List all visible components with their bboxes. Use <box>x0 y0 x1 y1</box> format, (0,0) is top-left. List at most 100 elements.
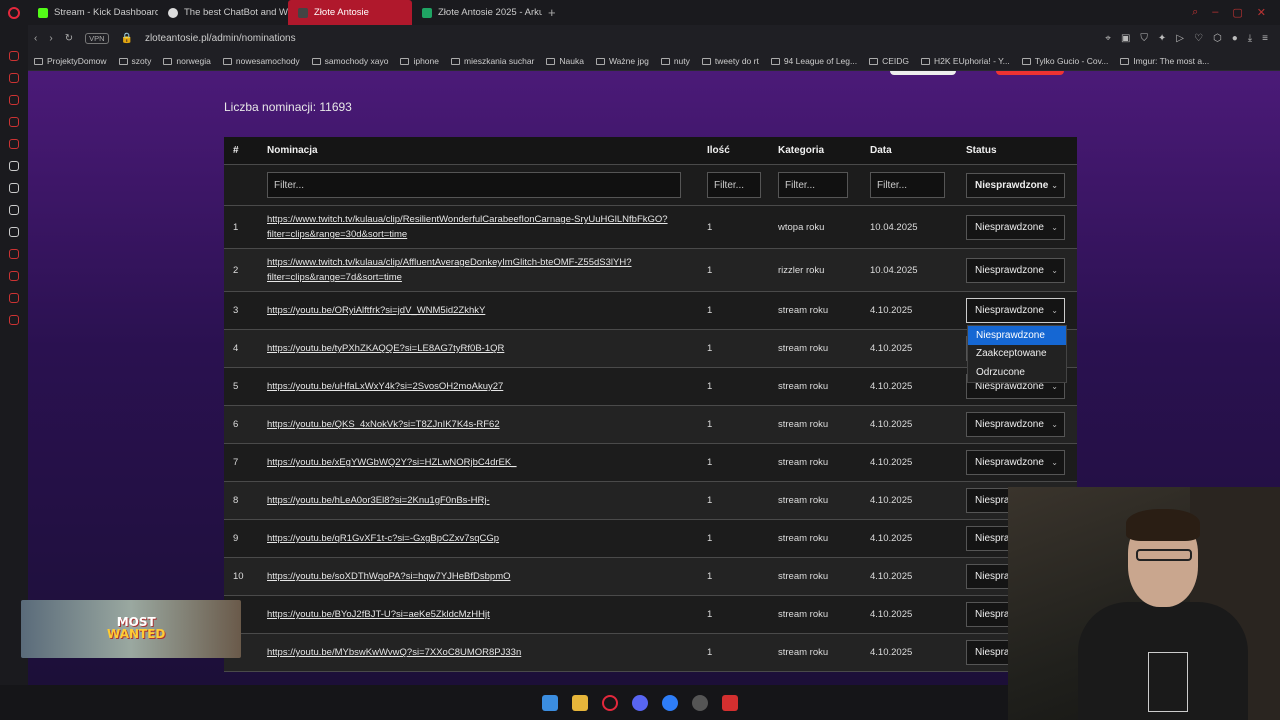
status-select[interactable]: Niesprawdzone ⌄ <box>966 214 1065 240</box>
url-field[interactable]: zloteantosie.pl/admin/nominations <box>145 33 296 44</box>
option-odrzucone[interactable]: Odrzucone <box>968 363 1066 382</box>
opera-icon[interactable] <box>602 694 618 711</box>
bookmark-item[interactable]: Nauka <box>546 56 584 66</box>
pinboard-icon[interactable] <box>9 117 19 127</box>
tab-zlote-antosie[interactable]: Złote Antosie <box>288 0 412 25</box>
status-select[interactable]: Niesprawdzone ⌄ <box>966 450 1065 475</box>
filter-status-select[interactable]: Niesprawdzone ⌄ <box>966 172 1065 198</box>
nomination-link[interactable]: https://youtu.be/qR1GvXF1t-c?si=-GxgBpCZ… <box>267 531 703 546</box>
option-niesprawdzone[interactable]: Niesprawdzone <box>968 326 1066 345</box>
new-tab-icon[interactable]: + <box>542 5 562 20</box>
windows-start-icon[interactable] <box>542 694 558 711</box>
back-icon[interactable]: ‹ <box>34 33 37 44</box>
snapshot-icon[interactable]: ▣ <box>1121 33 1130 44</box>
nomination-link[interactable]: https://youtu.be/tyPXhZKAQQE?si=LE8AG7ty… <box>267 341 703 356</box>
file-explorer-icon[interactable] <box>572 694 588 711</box>
clock-icon[interactable] <box>9 271 19 281</box>
nomination-link[interactable]: https://www.twitch.tv/kulaua/clip/Afflue… <box>267 255 703 285</box>
status-select[interactable]: Niesprawdzone ⌄ <box>966 257 1065 283</box>
filter-ilosc-input[interactable]: Filter... <box>707 172 761 198</box>
close-icon[interactable]: ✕ <box>1257 6 1266 19</box>
menu-icon[interactable]: ≡ <box>1262 33 1268 44</box>
top-button-red[interactable] <box>996 71 1064 75</box>
bookmark-label: CEIDG <box>882 56 910 66</box>
bookmark-item[interactable]: Tylko Gucio - Cov... <box>1021 56 1108 66</box>
filter-nominacja-input[interactable]: Filter... <box>267 172 681 198</box>
bookmark-item[interactable]: H2K EUphoria! - Y... <box>921 56 1010 66</box>
bookmark-item[interactable]: tweety do rt <box>701 56 759 66</box>
address-bar: ‹ › ↻ VPN 🔒 zloteantosie.pl/admin/nomina… <box>0 25 1280 52</box>
bookmark-item[interactable]: nowesamochody <box>222 56 300 66</box>
shield-icon[interactable]: ⛉ <box>1140 33 1148 44</box>
timer-icon[interactable] <box>9 249 19 259</box>
data-cell: 4.10.2025 <box>870 419 913 430</box>
nomination-link[interactable]: https://youtu.be/hLeA0or3El8?si=2Knu1gF0… <box>267 493 703 508</box>
filter-data-input[interactable]: Filter... <box>870 172 945 198</box>
settings-icon[interactable] <box>9 315 19 325</box>
nomination-link[interactable]: https://youtu.be/QKS_4xNokVk?si=T8ZJnIK7… <box>267 417 703 432</box>
messenger-icon[interactable] <box>9 51 19 61</box>
status-select[interactable]: Niesprawdzone ⌄ <box>966 412 1065 437</box>
aria-icon[interactable] <box>9 161 19 171</box>
bookmark-item[interactable]: Ważne jpg <box>595 56 649 66</box>
browser-sidebar <box>0 25 28 685</box>
reload-icon[interactable]: ↻ <box>65 33 73 44</box>
nomination-link[interactable]: https://www.twitch.tv/kulaua/clip/Resili… <box>267 212 703 242</box>
option-zaakceptowane[interactable]: Zaakceptowane <box>968 345 1066 364</box>
minimize-icon[interactable]: – <box>1212 6 1218 19</box>
bookmark-item[interactable]: iphone <box>400 56 439 66</box>
bookmark-item[interactable]: Imgur: The most a... <box>1120 56 1209 66</box>
folder-icon <box>400 57 410 65</box>
heart-icon[interactable]: ♡ <box>1194 33 1203 44</box>
bookmark-item[interactable]: szoty <box>118 56 151 66</box>
bookmark-item[interactable]: norwegia <box>163 56 211 66</box>
maximize-icon[interactable]: ▢ <box>1232 6 1242 19</box>
tab-sheets[interactable]: Złote Antosie 2025 - Arku <box>412 0 542 25</box>
nomination-link[interactable]: https://youtu.be/ORyiAlftfrk?si=jdV_WNM5… <box>267 303 703 318</box>
bookmark-icon[interactable] <box>9 293 19 303</box>
bookmark-item[interactable]: nuty <box>660 56 690 66</box>
discord-icon[interactable] <box>9 205 19 215</box>
messenger-icon[interactable] <box>662 694 678 711</box>
filter-kategoria-input[interactable]: Filter... <box>778 172 848 198</box>
data-cell: 4.10.2025 <box>870 533 913 544</box>
vpn-badge[interactable]: VPN <box>85 33 109 44</box>
status-value: Niesprawdzone <box>975 221 1044 233</box>
nomination-link[interactable]: https://youtu.be/BYoJ2fBJT-U?si=aeKe5Zkl… <box>267 607 703 622</box>
discord-icon[interactable] <box>632 694 648 711</box>
forward-icon[interactable]: › <box>49 33 52 44</box>
search-icon[interactable]: ⌕ <box>1192 6 1198 19</box>
bookmark-item[interactable]: mieszkania suchar <box>451 56 534 66</box>
x-icon[interactable] <box>9 227 19 237</box>
tab-kick[interactable]: Stream - Kick Dashboard <box>28 0 158 25</box>
pin-icon[interactable]: ⌖ <box>1105 33 1111 44</box>
download-icon[interactable]: ⤓ <box>1248 33 1252 44</box>
recorder-icon[interactable] <box>722 694 738 711</box>
ai-icon[interactable]: ✦ <box>1158 33 1166 44</box>
data-cell: 4.10.2025 <box>870 609 913 620</box>
play-icon[interactable]: ▷ <box>1176 33 1184 44</box>
wallet-icon[interactable] <box>9 95 19 105</box>
chevron-down-icon: ⌄ <box>1051 420 1058 429</box>
tab-chatbot[interactable]: The best ChatBot and W <box>158 0 288 25</box>
music-icon[interactable] <box>9 139 19 149</box>
nomination-link[interactable]: https://youtu.be/soXDThWqoPA?si=hqw7YJHe… <box>267 569 703 584</box>
bookmark-item[interactable]: samochody xayo <box>311 56 388 66</box>
person-hair <box>1126 509 1200 541</box>
extensions-icon[interactable]: ⬡ <box>1213 33 1222 44</box>
opera-logo-icon[interactable] <box>0 0 28 25</box>
table-header: # Nominacja Ilość Kategoria Data Status <box>224 137 1077 165</box>
kategoria-cell: stream roku <box>778 457 829 468</box>
top-button-white[interactable] <box>890 71 956 75</box>
nomination-link[interactable]: https://youtu.be/xEgYWGbWQ2Y?si=HZLwNORj… <box>267 455 703 470</box>
status-select[interactable]: Niesprawdzone ⌄ <box>966 298 1065 323</box>
nomination-link[interactable]: https://youtu.be/MYbswKwWvwQ?si=7XXoC8UM… <box>267 645 703 660</box>
nomination-link[interactable]: https://youtu.be/uHfaLxWxY4k?si=2SvosOH2… <box>267 379 703 394</box>
bookmark-item[interactable]: ProjektyDomow <box>34 56 107 66</box>
profile-icon[interactable]: ● <box>1232 33 1238 44</box>
history-icon[interactable] <box>9 73 19 83</box>
steam-icon[interactable] <box>692 694 708 711</box>
chatgpt-icon[interactable] <box>9 183 19 193</box>
bookmark-item[interactable]: CEIDG <box>869 56 909 66</box>
bookmark-item[interactable]: 94 League of Leg... <box>770 56 857 66</box>
